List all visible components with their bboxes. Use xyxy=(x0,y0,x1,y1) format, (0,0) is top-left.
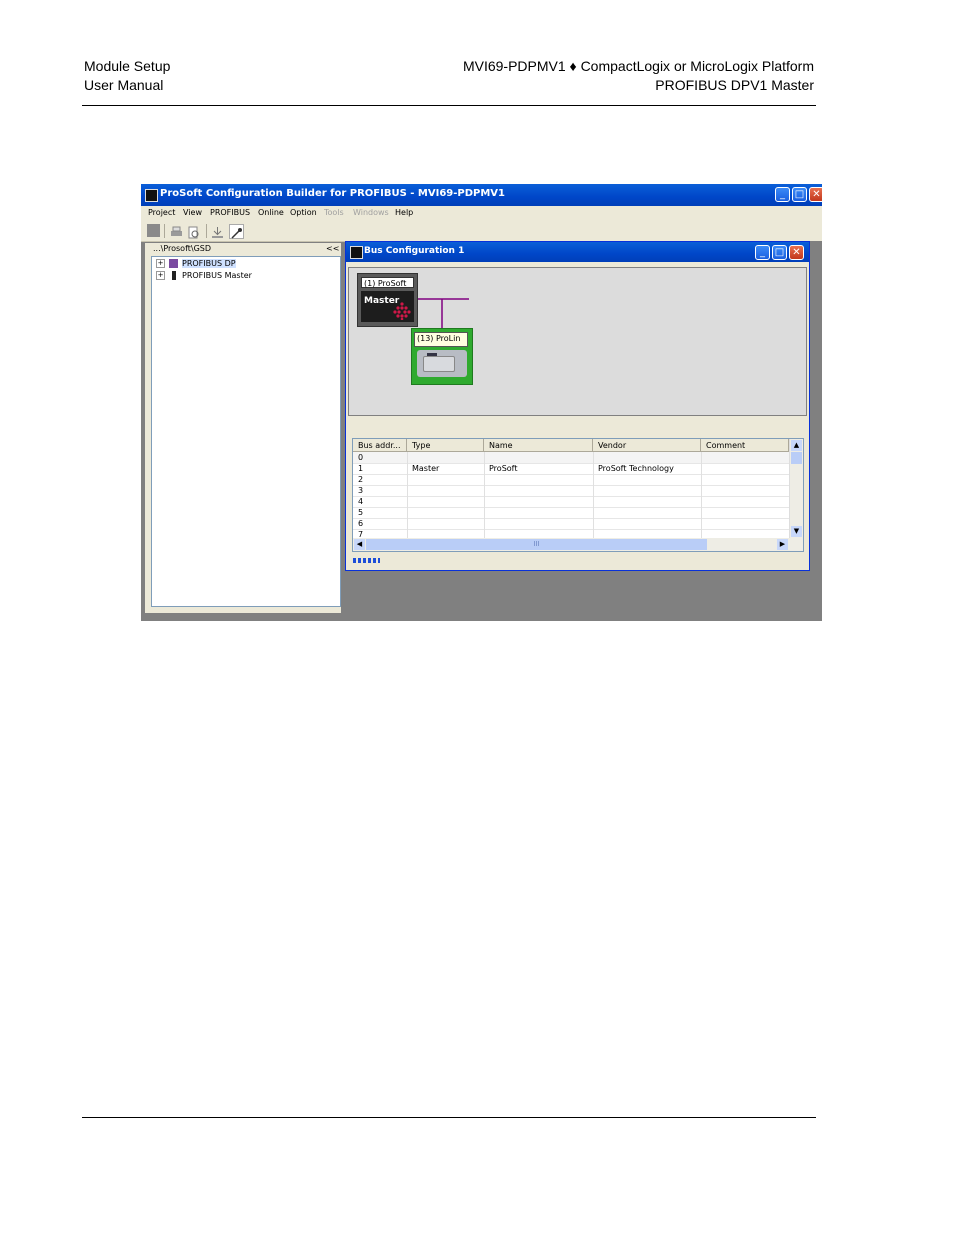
menu-online[interactable]: Online xyxy=(258,208,284,217)
manual-type: User Manual xyxy=(84,77,164,93)
column-header-bus-address[interactable]: Bus addr... xyxy=(353,439,407,452)
cell: 1 xyxy=(358,464,364,473)
gsd-tree: + PROFIBUS DP + PROFIBUS Master xyxy=(151,256,341,607)
minimize-icon[interactable]: _ xyxy=(755,245,770,260)
section-title: Module Setup xyxy=(84,58,171,74)
mdi-area: Bus Configuration 1 _ □ ✕ (1) ProSoft Ma… xyxy=(345,241,822,613)
slave-device[interactable]: (13) ProLin xyxy=(411,328,473,385)
toolbar-separator xyxy=(164,224,165,238)
footer-rule xyxy=(82,1117,816,1118)
toolbar-separator xyxy=(206,224,207,238)
download-icon[interactable] xyxy=(211,224,224,238)
cell: ProSoft xyxy=(489,464,518,473)
print-icon[interactable] xyxy=(170,224,183,237)
menu-profibus[interactable]: PROFIBUS xyxy=(210,208,250,217)
tree-item-label: PROFIBUS DP xyxy=(182,259,236,268)
module-icon xyxy=(172,271,176,280)
menu-help[interactable]: Help xyxy=(395,208,413,217)
menu-view[interactable]: View xyxy=(183,208,202,217)
cell: 5 xyxy=(358,508,364,517)
scroll-down-icon[interactable]: ▼ xyxy=(791,526,802,537)
product-title: MVI69-PDPMV1 ♦ CompactLogix or MicroLogi… xyxy=(462,58,814,74)
cell: 2 xyxy=(358,475,364,484)
menu-tools: Tools xyxy=(324,208,344,217)
cell: 3 xyxy=(358,486,364,495)
connect-icon[interactable] xyxy=(229,224,244,239)
gsd-pane-header: ...\Prosoft\GSD << xyxy=(145,243,341,255)
bus-canvas: (1) ProSoft Master (13) ProLin xyxy=(348,267,807,416)
slave-device-image xyxy=(417,350,467,377)
product-subtitle: PROFIBUS DPV1 Master xyxy=(655,77,814,93)
network-icon xyxy=(169,259,178,268)
horizontal-scrollbar[interactable]: ◀ III ▶ xyxy=(353,538,803,551)
app-screenshot: ProSoft Configuration Builder for PROFIB… xyxy=(141,184,822,621)
expand-icon[interactable]: + xyxy=(156,271,165,280)
minimize-icon[interactable]: _ xyxy=(775,187,790,202)
stop-icon[interactable] xyxy=(147,224,160,237)
close-icon[interactable]: ✕ xyxy=(809,187,822,202)
master-device-label: (1) ProSoft xyxy=(361,277,414,288)
gsd-pane: ...\Prosoft\GSD << + PROFIBUS DP + PROFIBU… xyxy=(145,243,341,613)
master-device[interactable]: (1) ProSoft Master xyxy=(357,273,418,327)
collapse-pane-button[interactable]: << xyxy=(326,244,339,253)
slave-device-label: (13) ProLin xyxy=(414,332,468,347)
tree-item-profibus-dp[interactable]: + PROFIBUS DP xyxy=(156,258,236,269)
bus-window-icon xyxy=(350,246,363,259)
bus-window-titlebar: Bus Configuration 1 _ □ ✕ xyxy=(346,242,809,262)
master-device-image: Master xyxy=(361,291,414,322)
cell: 0 xyxy=(358,453,364,462)
column-header-vendor[interactable]: Vendor xyxy=(593,439,701,452)
scroll-left-icon[interactable]: ◀ xyxy=(354,539,365,550)
column-header-name[interactable]: Name xyxy=(484,439,593,452)
app-title: ProSoft Configuration Builder for PROFIB… xyxy=(160,188,505,199)
toolbar xyxy=(141,221,822,242)
header-left: Module Setup User Manual xyxy=(84,57,170,95)
header-rule xyxy=(82,105,816,106)
cell: 6 xyxy=(358,519,364,528)
cell: 4 xyxy=(358,497,364,506)
menu-project[interactable]: Project xyxy=(148,208,175,217)
scroll-right-icon[interactable]: ▶ xyxy=(777,539,788,550)
header-right: MVI69-PDPMV1 ♦ CompactLogix or MicroLogi… xyxy=(463,57,814,95)
print-preview-icon[interactable] xyxy=(187,224,200,239)
app-titlebar: ProSoft Configuration Builder for PROFIB… xyxy=(141,184,822,206)
menu-windows: Windows xyxy=(353,208,389,217)
column-header-comment[interactable]: Comment xyxy=(701,439,789,452)
tree-item-label: PROFIBUS Master xyxy=(182,271,252,280)
maximize-icon[interactable]: □ xyxy=(772,245,787,260)
menu-option[interactable]: Option xyxy=(290,208,317,217)
scroll-thumb[interactable]: III xyxy=(366,539,707,550)
close-icon[interactable]: ✕ xyxy=(789,245,804,260)
cell: ProSoft Technology xyxy=(598,464,674,473)
gsd-path: ...\Prosoft\GSD xyxy=(153,244,212,253)
vertical-scrollbar[interactable]: ▲ ▼ xyxy=(789,439,803,538)
menu-bar: Project View PROFIBUS Online Option Tool… xyxy=(141,206,822,221)
maximize-icon[interactable]: □ xyxy=(792,187,807,202)
bus-address-table: Bus addr... Type Name Vendor Comment 0 1… xyxy=(352,438,804,552)
bus-configuration-window: Bus Configuration 1 _ □ ✕ (1) ProSoft Ma… xyxy=(345,241,810,571)
progress-indicator xyxy=(353,558,380,563)
expand-icon[interactable]: + xyxy=(156,259,165,268)
cell: Master xyxy=(412,464,440,473)
column-header-type[interactable]: Type xyxy=(407,439,484,452)
bus-window-title: Bus Configuration 1 xyxy=(364,246,465,256)
tree-item-profibus-master[interactable]: + PROFIBUS Master xyxy=(156,270,252,281)
scroll-thumb[interactable] xyxy=(791,452,802,464)
scroll-up-icon[interactable]: ▲ xyxy=(791,440,802,451)
app-icon xyxy=(145,189,158,202)
prosoft-logo-icon xyxy=(393,302,411,320)
